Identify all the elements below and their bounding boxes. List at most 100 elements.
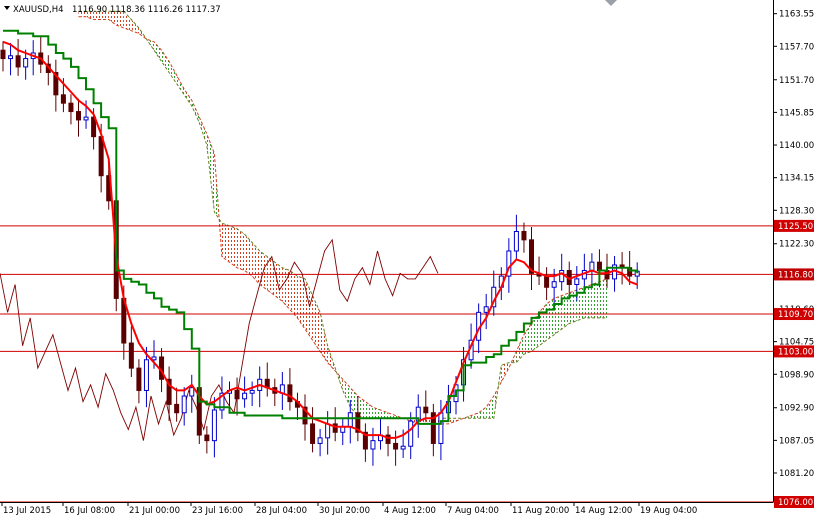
candle xyxy=(294,392,300,421)
y-tick-label: 1140.00 xyxy=(779,141,814,151)
candle xyxy=(15,39,21,76)
level-tag: 1116.80 xyxy=(774,268,814,281)
candle xyxy=(128,326,134,378)
cloud-segment xyxy=(523,323,532,355)
candle xyxy=(393,430,399,466)
senkou-span-a-line xyxy=(78,16,608,425)
x-tick-label: 28 Jul 04:00 xyxy=(256,506,307,516)
candle xyxy=(0,41,6,72)
x-tick-label: 13 Jul 2015 xyxy=(3,506,51,516)
candle xyxy=(317,428,323,457)
dropdown-triangle-icon[interactable] xyxy=(4,6,10,10)
candle xyxy=(340,417,346,446)
candle xyxy=(287,368,293,411)
x-tick-label: 30 Jul 20:00 xyxy=(319,506,370,516)
price-chart[interactable]: 1163.55 1157.70 1151.70 1145.85 1140.00 1134.… xyxy=(0,0,814,516)
cloud-segment xyxy=(365,401,373,419)
price-axis[interactable]: 1163.55 1157.70 1151.70 1145.85 1140.00 1134.… xyxy=(773,10,814,479)
x-tick-label: 4 Aug 12:00 xyxy=(384,506,436,516)
cloud-segment xyxy=(274,262,283,302)
candle xyxy=(332,407,338,442)
cloud-segment xyxy=(599,278,607,318)
candle xyxy=(68,94,74,125)
candle xyxy=(38,36,44,74)
level-tag-label: 1076.00 xyxy=(778,498,813,508)
cloud-segment xyxy=(229,225,238,268)
candle xyxy=(8,42,14,76)
cloud-segment xyxy=(478,407,487,419)
tenkan-sen-line xyxy=(2,40,638,439)
cloud-segment xyxy=(584,284,592,318)
candle xyxy=(30,40,36,76)
cloud-segment xyxy=(206,133,215,212)
chart-header: XAUUSD,H4 1116.90 1118.36 1116.26 1117.3… xyxy=(4,5,221,15)
candle xyxy=(310,407,316,453)
cloud-segment xyxy=(221,223,230,263)
cloud-segment xyxy=(554,295,562,335)
y-tick-label: 1122.30 xyxy=(779,240,814,250)
price-tags: 1125.50 1116.80 1109.70 1103.00 1076.00 xyxy=(774,219,814,508)
candle xyxy=(483,293,489,330)
x-tick-label: 14 Aug 12:00 xyxy=(575,506,632,516)
candle xyxy=(45,55,51,86)
candle xyxy=(491,270,497,316)
cloud-segment xyxy=(252,242,260,285)
x-tick-label: 11 Aug 20:00 xyxy=(512,506,569,516)
cloud-segment xyxy=(161,50,170,73)
cloud-segment xyxy=(244,234,253,277)
candle xyxy=(279,372,285,410)
cloud-segment xyxy=(312,295,321,352)
candle xyxy=(385,426,391,457)
candle xyxy=(166,366,172,422)
level-tag-label: 1103.00 xyxy=(778,347,813,357)
ohlc-values: 1116.90 1118.36 1116.26 1117.37 xyxy=(72,5,221,15)
candle xyxy=(529,227,534,291)
candle xyxy=(521,222,527,253)
y-tick-label: 1087.05 xyxy=(779,436,814,446)
cloud-segment xyxy=(591,281,600,318)
senkou-span-b-line xyxy=(78,10,607,419)
candle xyxy=(264,362,270,397)
y-tick-label: 1092.90 xyxy=(779,404,814,414)
candle xyxy=(136,359,142,404)
candle xyxy=(544,267,550,301)
candle xyxy=(423,390,429,422)
candle xyxy=(559,253,565,291)
candles xyxy=(0,36,640,466)
x-tick-label: 21 Jul 00:00 xyxy=(129,506,180,516)
candle xyxy=(174,387,180,422)
kijun-sen-line xyxy=(3,29,639,425)
candle xyxy=(189,374,195,413)
cloud-segment xyxy=(539,303,547,346)
candle xyxy=(430,403,436,457)
y-tick-label: 1151.70 xyxy=(779,76,814,86)
y-tick-label: 1145.85 xyxy=(779,108,814,118)
level-tag-label: 1116.80 xyxy=(778,270,813,280)
cloud-segment xyxy=(297,276,305,330)
time-axis[interactable]: 13 Jul 2015 16 Jul 08:00 21 Jul 00:00 23 Ju… xyxy=(1,502,697,516)
cloud-segment xyxy=(237,228,245,271)
candle xyxy=(370,427,376,466)
cloud-segment xyxy=(169,61,177,84)
candle xyxy=(53,59,59,112)
x-tick-label: 16 Jul 08:00 xyxy=(64,506,115,516)
y-tick-label: 1098.90 xyxy=(779,370,814,380)
cloud-segment xyxy=(320,312,328,363)
chart-shift-marker-icon[interactable] xyxy=(605,0,617,6)
cloud-segment xyxy=(350,387,358,416)
level-tag: 1103.00 xyxy=(774,345,814,358)
candle xyxy=(242,376,248,408)
candle xyxy=(378,418,383,450)
level-tag: 1125.50 xyxy=(774,219,814,232)
level-tag-label: 1109.70 xyxy=(778,310,813,320)
candle xyxy=(181,387,187,426)
y-tick-label: 1128.30 xyxy=(779,206,814,216)
level-tag-label: 1125.50 xyxy=(778,222,813,232)
candle xyxy=(536,256,542,286)
candle xyxy=(234,377,240,416)
y-tick-label: 1134.15 xyxy=(779,174,814,184)
cloud-segment xyxy=(138,27,147,40)
cloud-segment xyxy=(448,418,456,424)
candle xyxy=(612,256,618,292)
candle xyxy=(257,366,263,408)
